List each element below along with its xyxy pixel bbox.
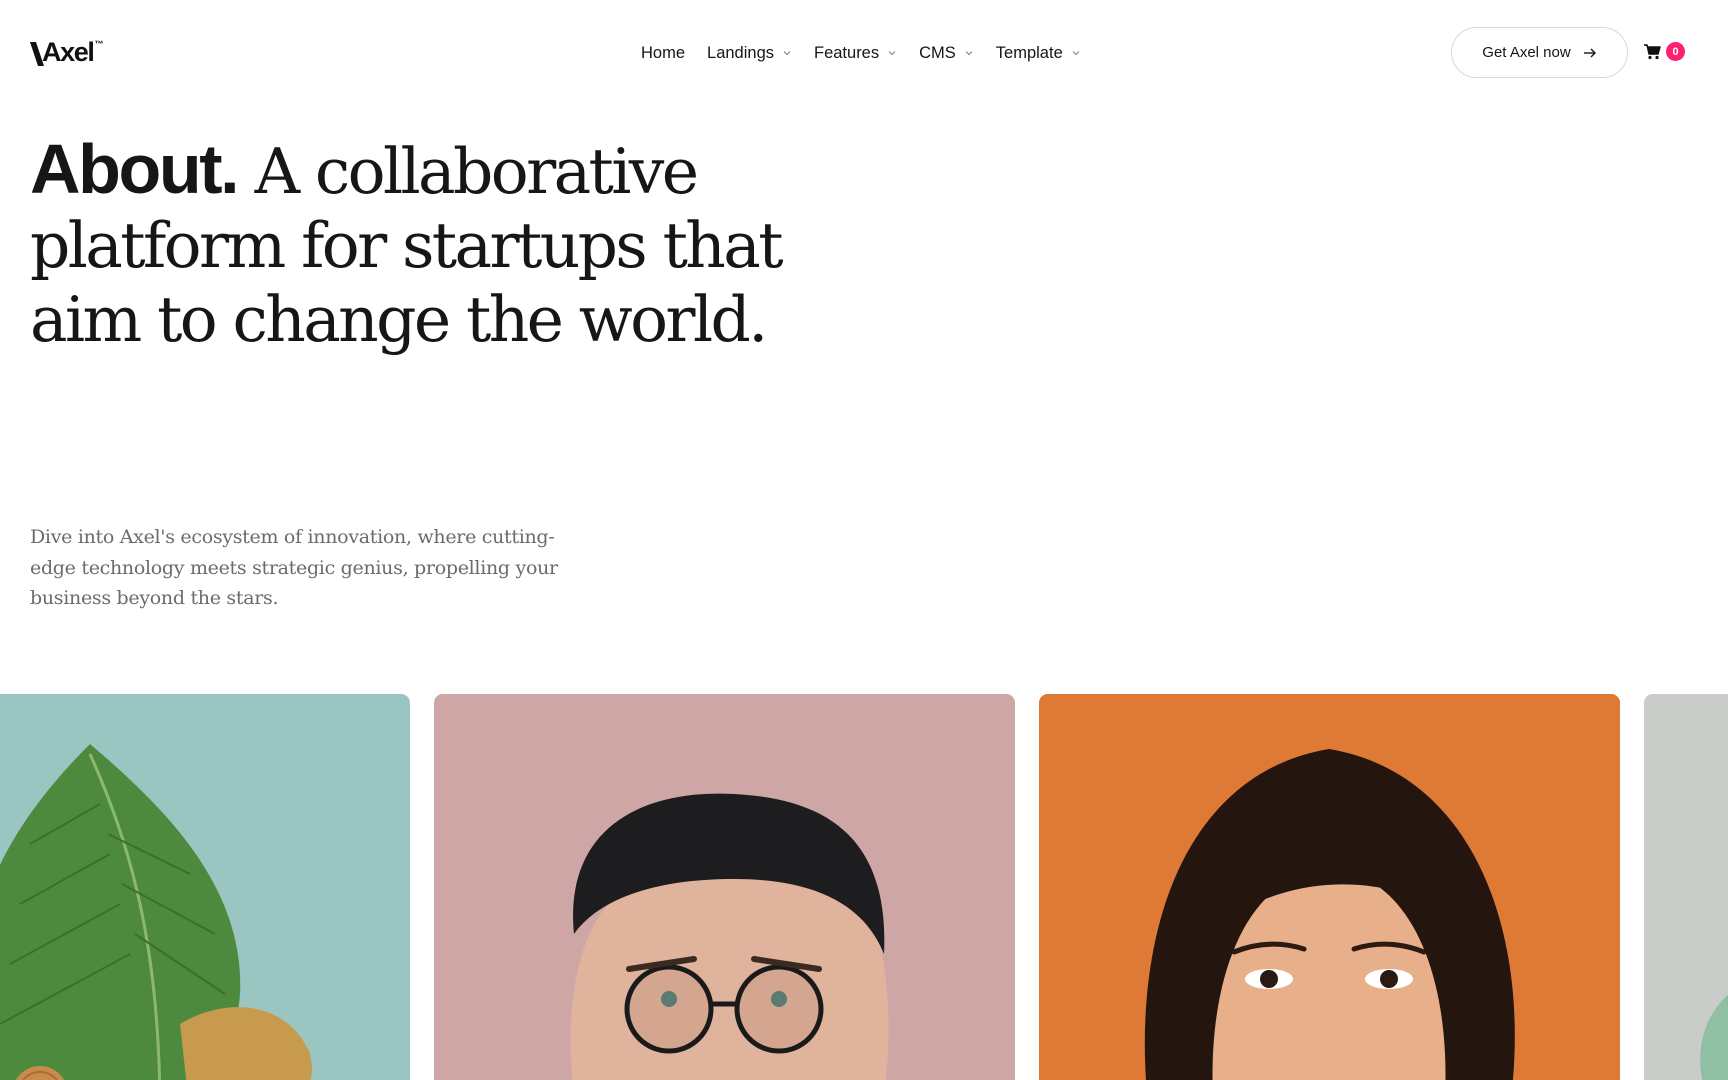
- cart-button[interactable]: 0: [1643, 42, 1685, 61]
- page-title: About. A collaborative platform for star…: [30, 132, 850, 357]
- chevron-down-icon: [783, 51, 791, 56]
- chevron-down-icon: [1072, 51, 1080, 56]
- nav-item-label: Home: [641, 43, 686, 62]
- get-axel-now-button[interactable]: Get Axel now: [1451, 27, 1628, 78]
- arrow-right-icon: [1583, 48, 1596, 57]
- chevron-down-icon: [965, 51, 973, 56]
- axel-logo[interactable]: Axel ™: [30, 38, 103, 66]
- nav-item-label: Landings: [707, 43, 774, 62]
- nav-item-landings[interactable]: Landings: [707, 40, 792, 66]
- hero-description: Dive into Axel's ecosystem of innovation…: [30, 526, 558, 609]
- logo-trademark: ™: [94, 39, 104, 49]
- cart-icon: [1644, 44, 1661, 60]
- nav-item-cms[interactable]: CMS: [919, 40, 974, 66]
- title-strong: About.: [30, 130, 240, 208]
- gallery-image-man-glasses: [434, 694, 1015, 1080]
- nav-item-label: CMS: [919, 43, 956, 62]
- site-header: Axel ™ Home Landings Features CMS Templa…: [0, 0, 1728, 104]
- image-gallery: [0, 694, 1728, 1080]
- gallery-image-partial: [1644, 694, 1728, 1080]
- nav-item-label: Template: [995, 43, 1063, 62]
- main-nav: Home Landings Features CMS Template: [641, 40, 1081, 66]
- nav-item-features[interactable]: Features: [814, 40, 897, 66]
- gallery-image-leaves: [0, 694, 410, 1080]
- gallery-image-woman-portrait: [1039, 694, 1620, 1080]
- nav-item-home[interactable]: Home: [641, 40, 685, 66]
- logo-text: Axel: [42, 37, 95, 67]
- chevron-down-icon: [888, 51, 896, 56]
- nav-item-label: Features: [814, 43, 880, 62]
- nav-item-template[interactable]: Template: [996, 40, 1081, 66]
- cta-label: Get Axel now: [1482, 44, 1571, 61]
- cart-count-badge: 0: [1666, 42, 1685, 61]
